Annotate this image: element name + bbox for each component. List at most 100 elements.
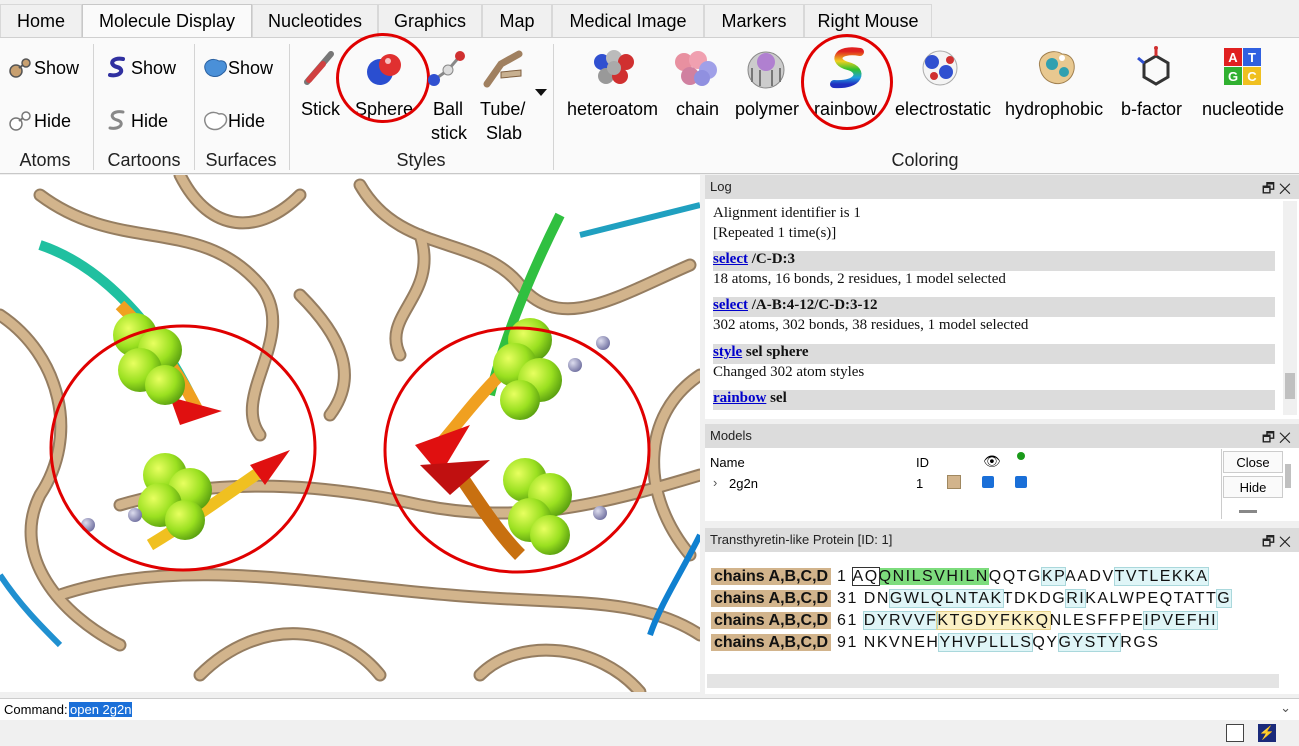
heteroatom-color-icon [594, 50, 634, 84]
tab-medical-image[interactable]: Medical Image [552, 4, 704, 38]
command-label: Command: [4, 702, 68, 717]
hydrophobic-button[interactable]: hydrophobic [1005, 99, 1103, 120]
tab-markers[interactable]: Markers [704, 4, 804, 38]
tab-nucleotides[interactable]: Nucleotides [252, 4, 378, 38]
model-select-checkbox[interactable] [1015, 476, 1027, 488]
models-more-icon[interactable] [1239, 510, 1257, 513]
panel-controls-icon[interactable]: 🗗 ✕ [1262, 178, 1291, 202]
atoms-hide-button[interactable]: Hide [34, 111, 71, 132]
protein-structure-render [0, 175, 700, 692]
cartoons-hide-icon [108, 110, 125, 130]
tab-home[interactable]: Home [0, 4, 82, 38]
chain-label: chains A,B,C,D [711, 634, 832, 651]
tab-graphics[interactable]: Graphics [378, 4, 482, 38]
polymer-color-icon [747, 51, 785, 89]
sequence-panel: Transthyretin-like Protein [ID: 1] 🗗 ✕ ch… [705, 528, 1299, 694]
styles-dropdown-icon[interactable] [534, 88, 548, 98]
lightning-icon[interactable]: ⚡ [1258, 724, 1276, 742]
ball-stick-button-line2[interactable]: stick [431, 123, 467, 144]
tab-molecule-display[interactable]: Molecule Display [82, 4, 252, 38]
eye-icon: 👁 [983, 453, 1001, 469]
log-command-link[interactable]: select [713, 251, 748, 267]
chain-color-icon [675, 51, 717, 86]
log-command: select /C-D:3 [713, 251, 1275, 271]
sequence-position: 91 [837, 634, 858, 651]
models-close-button[interactable]: Close [1223, 451, 1283, 473]
tube-slab-icon [483, 50, 523, 88]
stick-style-icon [304, 51, 334, 85]
sequence-row[interactable]: chains A,B,C,D 31 DNGWLQLNTAKTDKDGRIKALW… [711, 589, 1233, 612]
ball-and-stick-icon [428, 51, 465, 86]
log-command: rainbow sel [713, 390, 1275, 410]
stick-style-button[interactable]: Stick [301, 99, 340, 120]
polymer-button[interactable]: polymer [735, 99, 799, 120]
select-icon [1017, 452, 1025, 460]
model-visible-checkbox[interactable] [982, 476, 994, 488]
log-panel-header: Log 🗗 ✕ [705, 175, 1299, 199]
tab-right-mouse[interactable]: Right Mouse [804, 4, 932, 38]
command-history-chevron-icon[interactable]: ⌄ [1280, 700, 1291, 716]
log-command-link[interactable]: style [713, 344, 742, 360]
surfaces-show-button[interactable]: Show [228, 58, 273, 79]
sequence-row[interactable]: chains A,B,C,D 91 NKVNEHYHVPLLLSQYGYSTYR… [711, 633, 1159, 656]
nucleotide-button[interactable]: nucleotide [1202, 99, 1284, 120]
expand-chevron-icon[interactable]: › [713, 475, 717, 490]
surfaces-hide-icon [204, 111, 228, 131]
cartoons-hide-button[interactable]: Hide [131, 111, 168, 132]
surfaces-show-icon [204, 58, 227, 77]
sequence-position: 31 [837, 590, 858, 607]
log-command: style sel sphere [713, 344, 1275, 364]
group-label-styles: Styles [396, 150, 446, 170]
rainbow-highlight-circle [801, 34, 893, 130]
hydrophobic-color-icon [1038, 51, 1075, 84]
ribbon-separator [93, 44, 94, 170]
model-name[interactable]: 2g2n [729, 476, 758, 491]
sequence-row[interactable]: chains A,B,C,D 61 DYRVVFKTGDYFKKQNLESFFP… [711, 611, 1219, 634]
panel-controls-icon[interactable]: 🗗 ✕ [1262, 427, 1291, 451]
log-command-link[interactable]: select [713, 297, 748, 313]
molecule-3d-viewer[interactable] [0, 175, 700, 692]
tab-map[interactable]: Map [482, 4, 552, 38]
b-factor-button[interactable]: b-factor [1121, 99, 1182, 120]
cartoons-show-button[interactable]: Show [131, 58, 176, 79]
ribbon-separator [194, 44, 195, 170]
models-divider [1221, 449, 1222, 519]
models-hide-button[interactable]: Hide [1223, 476, 1283, 498]
model-id: 1 [916, 476, 924, 491]
ribbon-panel: Show Hide Atoms Show Hide Cartoons Show … [0, 33, 1299, 174]
surfaces-hide-button[interactable]: Hide [228, 111, 265, 132]
log-scrollbar[interactable] [1283, 201, 1297, 415]
log-output: 18 atoms, 16 bonds, 2 residues, 1 model … [713, 271, 1006, 287]
cartoons-show-icon [108, 56, 125, 78]
svg-text:C: C [1247, 69, 1257, 84]
sequence-panel-header: Transthyretin-like Protein [ID: 1] 🗗 ✕ [705, 528, 1299, 552]
nucleotide-color-icon: A T G C [1224, 48, 1261, 85]
chain-button[interactable]: chain [676, 99, 719, 120]
electrostatic-button[interactable]: electrostatic [895, 99, 991, 120]
log-command: select /A-B:4-12/C-D:3-12 [713, 297, 1275, 317]
panel-controls-icon[interactable]: 🗗 ✕ [1262, 531, 1291, 555]
ribbon-separator [553, 44, 554, 170]
log-command-link[interactable]: rainbow [713, 390, 766, 406]
tube-slab-button-line2[interactable]: Slab [486, 123, 522, 144]
models-scrollbar[interactable] [1285, 464, 1291, 488]
command-input[interactable]: open 2g2n [69, 702, 133, 717]
sequence-scrollbar[interactable] [707, 674, 1279, 688]
sequence-row[interactable]: chains A,B,C,D 1 AQQNILSVHILNQQTGKPAADVT… [711, 567, 1210, 590]
atoms-show-button[interactable]: Show [34, 58, 79, 79]
group-label-cartoons: Cartoons [107, 150, 181, 170]
svg-text:T: T [1248, 50, 1256, 65]
ball-stick-button-line1[interactable]: Ball [433, 99, 463, 120]
status-bar: ⚡ [0, 720, 1299, 746]
ribbon-tab-bar: Home Molecule Display Nucleotides Graphi… [0, 0, 1299, 38]
log-line: Alignment identifier is 1 [713, 205, 861, 221]
atoms-show-icon [9, 58, 31, 78]
model-color-swatch[interactable] [947, 475, 961, 489]
models-column-name: Name [710, 455, 745, 470]
tube-slab-button-line1[interactable]: Tube/ [480, 99, 525, 120]
heteroatom-button[interactable]: heteroatom [567, 99, 658, 120]
chain-label: chains A,B,C,D [711, 612, 832, 629]
log-scrollbar-thumb[interactable] [1285, 373, 1295, 399]
sequence-position: 61 [837, 612, 858, 629]
graphics-window-icon[interactable] [1226, 724, 1244, 742]
